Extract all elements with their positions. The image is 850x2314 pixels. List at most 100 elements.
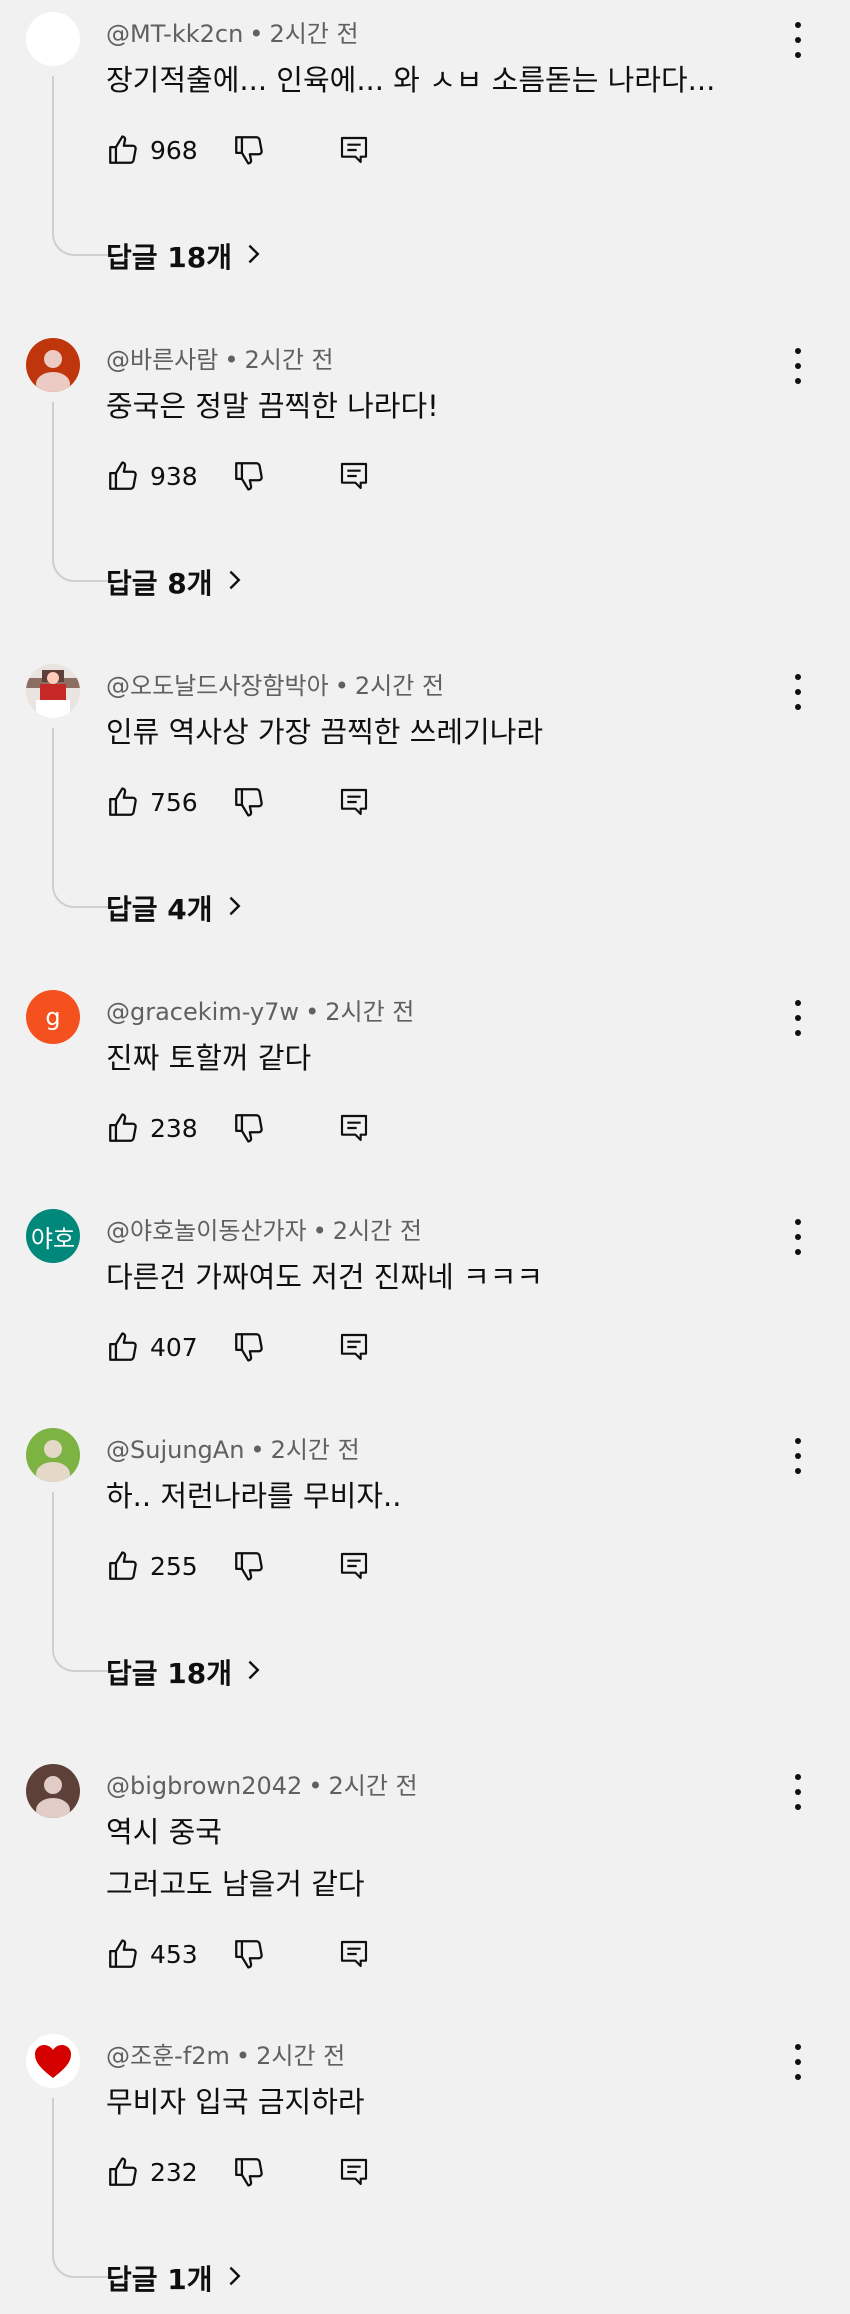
like-button[interactable]: 407 — [106, 1330, 220, 1364]
comment-actions: 756 — [106, 780, 370, 824]
thread-line — [52, 728, 108, 908]
dislike-button[interactable] — [232, 459, 266, 493]
author-handle[interactable]: @bigbrown2042 — [106, 1772, 302, 1800]
comment-text-line: 무비자 입국 금지하라 — [106, 2085, 365, 2119]
like-button[interactable]: 238 — [106, 1111, 220, 1145]
thumbs-up-icon — [106, 1330, 140, 1364]
thumbs-up-icon — [106, 133, 140, 167]
like-button[interactable]: 453 — [106, 1937, 220, 1971]
author-handle[interactable]: @오도날드사장함박아 — [106, 672, 329, 700]
more-vert-icon[interactable] — [788, 1000, 808, 1036]
like-button[interactable]: 968 — [106, 133, 220, 167]
comment-actions: 938 — [106, 454, 370, 498]
thumbs-down-icon — [232, 785, 266, 819]
comment-time[interactable]: 2시간 전 — [269, 20, 358, 48]
dislike-button[interactable] — [232, 2155, 266, 2189]
separator-dot: • — [249, 20, 264, 48]
avatar[interactable]: g — [26, 990, 80, 1044]
more-vert-icon[interactable] — [788, 674, 808, 710]
comment-meta: @조훈-f2m • 2시간 전 — [106, 2036, 345, 2071]
like-button[interactable]: 938 — [106, 459, 220, 493]
reply-button[interactable] — [338, 1112, 370, 1144]
dislike-button[interactable] — [232, 1937, 266, 1971]
comment-text: 역시 중국 그러고도 남을거 같다 — [106, 1806, 365, 1910]
thumbs-up-icon — [106, 785, 140, 819]
comment-meta: @야호놀이동산가자 • 2시간 전 — [106, 1211, 422, 1246]
chevron-right-icon — [232, 240, 262, 273]
comment-time[interactable]: 2시간 전 — [271, 1436, 360, 1464]
author-handle[interactable]: @gracekim-y7w — [106, 998, 299, 1026]
like-button[interactable]: 756 — [106, 785, 220, 819]
author-handle[interactable]: @조훈-f2m — [106, 2042, 230, 2070]
comment-meta: @오도날드사장함박아 • 2시간 전 — [106, 666, 444, 701]
dislike-button[interactable] — [232, 1330, 266, 1364]
more-vert-icon[interactable] — [788, 22, 808, 58]
reply-button[interactable] — [338, 134, 370, 166]
comment-time[interactable]: 2시간 전 — [325, 998, 414, 1026]
comment-meta: @SujungAn • 2시간 전 — [106, 1430, 360, 1465]
avatar[interactable] — [26, 2034, 80, 2088]
comment-text: 다른건 가짜여도 저건 진짜네 ㅋㅋㅋ — [106, 1251, 543, 1303]
comment-text-line: 인류 역사상 가장 끔찍한 쓰레기나라 — [106, 715, 544, 749]
comment-text: 중국은 정말 끔찍한 나라다! — [106, 380, 439, 432]
reply-icon — [338, 786, 370, 818]
like-button[interactable]: 255 — [106, 1549, 220, 1583]
separator-dot: • — [334, 672, 349, 700]
view-replies-button[interactable]: 답글 8개 — [106, 562, 243, 602]
comment-actions: 407 — [106, 1325, 370, 1369]
dislike-button[interactable] — [232, 133, 266, 167]
reply-icon — [338, 134, 370, 166]
like-count: 238 — [150, 1113, 198, 1143]
comment-time[interactable]: 2시간 전 — [244, 346, 333, 374]
reply-button[interactable] — [338, 786, 370, 818]
author-handle[interactable]: @야호놀이동산가자 — [106, 1217, 307, 1245]
avatar[interactable] — [26, 1764, 80, 1818]
avatar[interactable]: 야호 — [26, 1209, 80, 1263]
dislike-button[interactable] — [232, 1111, 266, 1145]
avatar[interactable] — [26, 664, 80, 718]
like-button[interactable]: 232 — [106, 2155, 220, 2189]
reply-button[interactable] — [338, 1938, 370, 1970]
dislike-button[interactable] — [232, 1549, 266, 1583]
comment-time[interactable]: 2시간 전 — [256, 2042, 345, 2070]
thumbs-up-icon — [106, 2155, 140, 2189]
view-replies-button[interactable]: 답글 4개 — [106, 888, 243, 928]
author-handle[interactable]: @SujungAn — [106, 1436, 244, 1464]
reply-button[interactable] — [338, 1331, 370, 1363]
reply-button[interactable] — [338, 2156, 370, 2188]
author-handle[interactable]: @MT-kk2cn — [106, 20, 243, 48]
reply-icon — [338, 1938, 370, 1970]
more-vert-icon[interactable] — [788, 348, 808, 384]
comment-text: 인류 역사상 가장 끔찍한 쓰레기나라 — [106, 706, 543, 758]
thumbs-down-icon — [232, 1549, 266, 1583]
view-replies-button[interactable]: 답글 1개 — [106, 2258, 243, 2298]
avatar[interactable] — [26, 1428, 80, 1482]
comment-text: 하.. 저런나라를 무비자.. — [106, 1470, 401, 1522]
thumbs-up-icon — [106, 1937, 140, 1971]
separator-dot: • — [235, 2042, 251, 2070]
more-vert-icon[interactable] — [788, 1219, 808, 1255]
reply-icon — [338, 1550, 370, 1582]
comment-text-line: 진짜 토할꺼 같다 — [106, 1041, 312, 1075]
comment-text: 진짜 토할꺼 같다 — [106, 1032, 311, 1084]
comment-time[interactable]: 2시간 전 — [328, 1772, 417, 1800]
comment-text-line: 장기적출에... 인육에... 와 ㅅㅂ 소름돋는 나라다... — [106, 63, 716, 97]
comment-time[interactable]: 2시간 전 — [333, 1217, 422, 1245]
chevron-right-icon — [213, 2262, 243, 2295]
comment-text-line: 다른건 가짜여도 저건 진짜네 ㅋㅋㅋ — [106, 1260, 544, 1294]
chevron-right-icon — [213, 566, 243, 599]
more-vert-icon[interactable] — [788, 1438, 808, 1474]
more-vert-icon[interactable] — [788, 2044, 808, 2080]
comment-text-line: 역시 중국 — [106, 1815, 222, 1849]
comment-time[interactable]: 2시간 전 — [355, 672, 444, 700]
avatar[interactable] — [26, 12, 80, 66]
reply-button[interactable] — [338, 460, 370, 492]
reply-button[interactable] — [338, 1550, 370, 1582]
dislike-button[interactable] — [232, 785, 266, 819]
author-handle[interactable]: @바른사람 — [106, 346, 218, 374]
comment-meta: @바른사람 • 2시간 전 — [106, 340, 334, 375]
view-replies-button[interactable]: 답글 18개 — [106, 1652, 262, 1692]
avatar[interactable] — [26, 338, 80, 392]
view-replies-button[interactable]: 답글 18개 — [106, 236, 262, 276]
more-vert-icon[interactable] — [788, 1774, 808, 1810]
